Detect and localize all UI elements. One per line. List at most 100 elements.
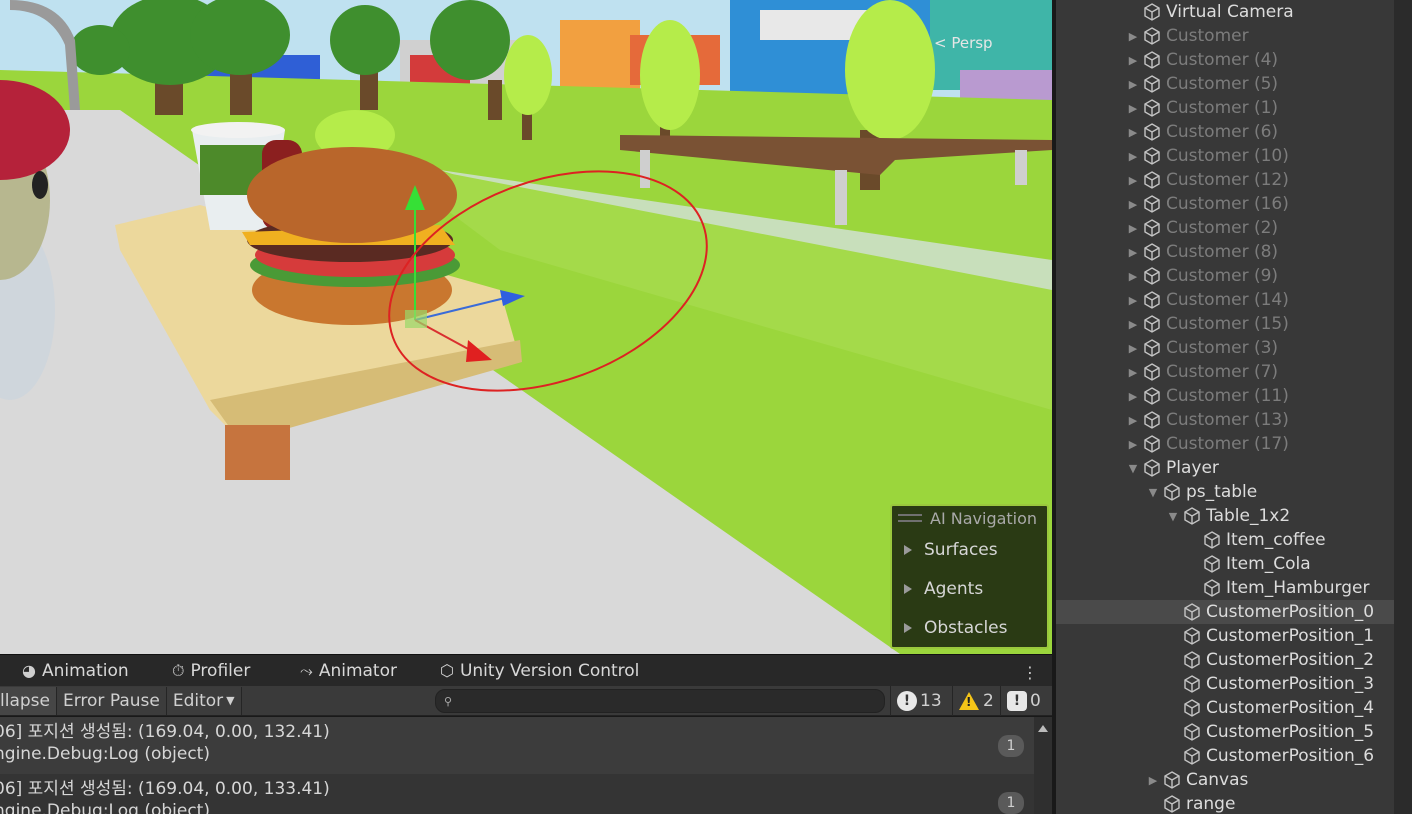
hierarchy-item-label: Customer (6) — [1166, 122, 1279, 142]
hierarchy-item[interactable]: CustomerPosition_0 — [1056, 600, 1394, 624]
hierarchy-item[interactable]: ▶ Customer (5) — [1056, 72, 1394, 96]
ai-nav-surfaces[interactable]: Surfaces — [892, 530, 1047, 569]
hierarchy-item-label: CustomerPosition_6 — [1206, 746, 1375, 766]
hierarchy-item[interactable]: ▶ Customer (17) — [1056, 432, 1394, 456]
expand-arrow-icon[interactable] — [904, 622, 912, 633]
expand-arrow-icon[interactable]: ▶ — [1126, 126, 1140, 139]
expand-arrow-icon[interactable]: ▶ — [1126, 102, 1140, 115]
console-scrollbar[interactable] — [1034, 717, 1052, 814]
hierarchy-item[interactable]: ▶ Customer (1) — [1056, 96, 1394, 120]
gameobject-cube-icon — [1182, 602, 1202, 622]
hierarchy-item-label: CustomerPosition_4 — [1206, 698, 1375, 718]
expand-arrow-icon[interactable]: ▶ — [1126, 150, 1140, 163]
expand-arrow-icon[interactable]: ▶ — [1126, 390, 1140, 403]
console-log-list[interactable]: 06] 포지션 생성됨: (169.04, 0.00, 132.41) ngin… — [0, 717, 1034, 814]
perspective-label[interactable]: < Persp — [934, 34, 993, 52]
hierarchy-item-label: Customer (16) — [1166, 194, 1289, 214]
log-entry[interactable]: 06] 포지션 생성됨: (169.04, 0.00, 132.41) ngin… — [0, 717, 1034, 774]
hierarchy-item[interactable]: CustomerPosition_2 — [1056, 648, 1394, 672]
hierarchy-item[interactable]: ▶ Customer (16) — [1056, 192, 1394, 216]
hierarchy-item[interactable]: ▼ ps_table — [1056, 480, 1394, 504]
expand-arrow-icon[interactable]: ▶ — [1126, 78, 1140, 91]
hierarchy-item[interactable]: ▼ Player — [1056, 456, 1394, 480]
search-input[interactable] — [458, 693, 884, 709]
log-entry[interactable]: 06] 포지션 생성됨: (169.04, 0.00, 133.41) ngin… — [0, 774, 1034, 814]
hierarchy-item[interactable]: ▶ Customer (7) — [1056, 360, 1394, 384]
tab-animator[interactable]: ⤳ Animator — [300, 655, 397, 687]
expand-arrow-icon[interactable]: ▶ — [1126, 246, 1140, 259]
expand-arrow-icon[interactable] — [904, 544, 912, 555]
hierarchy-item[interactable]: CustomerPosition_3 — [1056, 672, 1394, 696]
expand-arrow-icon[interactable]: ▶ — [1126, 366, 1140, 379]
log-entry-count: 1 — [998, 792, 1024, 814]
hierarchy-item-label: ps_table — [1186, 482, 1258, 502]
hierarchy-scrollbar[interactable] — [1394, 0, 1412, 814]
tab-profiler[interactable]: ⏱ Profiler — [172, 655, 250, 687]
hierarchy-item[interactable]: CustomerPosition_1 — [1056, 624, 1394, 648]
tab-label: Animation — [41, 660, 129, 681]
ai-nav-agents[interactable]: Agents — [892, 569, 1047, 608]
tab-unity-version-control[interactable]: ⬡ Unity Version Control — [440, 655, 639, 687]
hierarchy-item[interactable]: CustomerPosition_4 — [1056, 696, 1394, 720]
expand-arrow-icon[interactable]: ▶ — [1126, 318, 1140, 331]
collapse-arrow-icon[interactable]: ▼ — [1126, 462, 1140, 475]
hierarchy-item[interactable]: Item_coffee — [1056, 528, 1394, 552]
hierarchy-item[interactable]: ▶ Customer (15) — [1056, 312, 1394, 336]
hierarchy-item[interactable]: Item_Hamburger — [1056, 576, 1394, 600]
expand-arrow-icon[interactable]: ▶ — [1126, 414, 1140, 427]
hierarchy-item[interactable]: range — [1056, 792, 1394, 814]
expand-arrow-icon[interactable]: ▶ — [1126, 438, 1140, 451]
warning-count-toggle[interactable]: ! 2 — [952, 686, 1000, 716]
console-toolbar: llapse Error Pause Editor ▼ ⚲ ! 13 ! 2 !… — [0, 686, 1052, 716]
hierarchy-item[interactable]: ▶ Canvas — [1056, 768, 1394, 792]
hierarchy-item[interactable]: ▶ Customer (9) — [1056, 264, 1394, 288]
expand-arrow-icon[interactable] — [904, 583, 912, 594]
scene-view[interactable]: < Persp AI Navigation Surfaces Agents Ob… — [0, 0, 1052, 654]
expand-arrow-icon[interactable]: ▶ — [1126, 270, 1140, 283]
ai-navigation-header[interactable]: AI Navigation — [892, 506, 1047, 530]
log-count-toggle[interactable]: ! 13 — [890, 686, 948, 716]
expand-arrow-icon[interactable]: ▶ — [1126, 198, 1140, 211]
hierarchy-item[interactable]: ▶ Customer (11) — [1056, 384, 1394, 408]
hierarchy-item[interactable]: ▶ Customer (12) — [1056, 168, 1394, 192]
hierarchy-item[interactable]: ▶ Customer (8) — [1056, 240, 1394, 264]
collapse-arrow-icon[interactable]: ▼ — [1146, 486, 1160, 499]
hierarchy-item[interactable]: ▶ Customer (13) — [1056, 408, 1394, 432]
scroll-up-icon[interactable] — [1038, 725, 1048, 732]
log-entry-count: 1 — [998, 735, 1024, 757]
error-pause-button[interactable]: Error Pause — [56, 686, 167, 715]
hierarchy-item[interactable]: CustomerPosition_5 — [1056, 720, 1394, 744]
editor-dropdown[interactable]: Editor ▼ — [166, 686, 242, 715]
expand-arrow-icon[interactable]: ▶ — [1126, 294, 1140, 307]
hierarchy-item[interactable]: ▶ Customer (10) — [1056, 144, 1394, 168]
more-options-icon[interactable]: ⋮ — [1022, 663, 1038, 682]
hierarchy-item[interactable]: ▶ Customer (6) — [1056, 120, 1394, 144]
hierarchy-item[interactable]: Item_Cola — [1056, 552, 1394, 576]
hierarchy-item[interactable]: ▶ Customer (4) — [1056, 48, 1394, 72]
tab-animation[interactable]: ◕ Animation — [22, 655, 129, 687]
hierarchy-item[interactable]: ▼ Table_1x2 — [1056, 504, 1394, 528]
expand-arrow-icon[interactable]: ▶ — [1126, 174, 1140, 187]
expand-arrow-icon[interactable]: ▶ — [1126, 30, 1140, 43]
hierarchy-item[interactable]: ▶ Customer (3) — [1056, 336, 1394, 360]
hierarchy-item-label: Canvas — [1186, 770, 1249, 790]
console-search[interactable]: ⚲ — [435, 689, 885, 713]
expand-arrow-icon[interactable]: ▶ — [1126, 342, 1140, 355]
ai-nav-obstacles[interactable]: Obstacles — [892, 608, 1047, 647]
hierarchy-item[interactable]: ▶ Customer (2) — [1056, 216, 1394, 240]
hierarchy-item[interactable]: CustomerPosition_6 — [1056, 744, 1394, 768]
collapse-button[interactable]: llapse — [0, 686, 57, 715]
hierarchy-item[interactable]: Virtual Camera — [1056, 0, 1394, 24]
error-count-toggle[interactable]: ! 0 — [1000, 686, 1047, 716]
gameobject-cube-icon — [1182, 506, 1202, 526]
expand-arrow-icon[interactable]: ▶ — [1126, 222, 1140, 235]
hierarchy-item[interactable]: ▶ Customer (14) — [1056, 288, 1394, 312]
expand-arrow-icon[interactable]: ▶ — [1146, 774, 1160, 787]
hierarchy-item[interactable]: ▶ Customer — [1056, 24, 1394, 48]
hierarchy-item-label: Customer (1) — [1166, 98, 1279, 118]
hierarchy-panel[interactable]: Virtual Camera ▶ Customer ▶ Customer (4) ▶ Cus… — [1056, 0, 1394, 814]
ai-navigation-overlay[interactable]: AI Navigation Surfaces Agents Obstacles — [890, 504, 1049, 649]
collapse-arrow-icon[interactable]: ▼ — [1166, 510, 1180, 523]
expand-arrow-icon[interactable]: ▶ — [1126, 54, 1140, 67]
drag-handle-icon[interactable] — [898, 514, 922, 522]
